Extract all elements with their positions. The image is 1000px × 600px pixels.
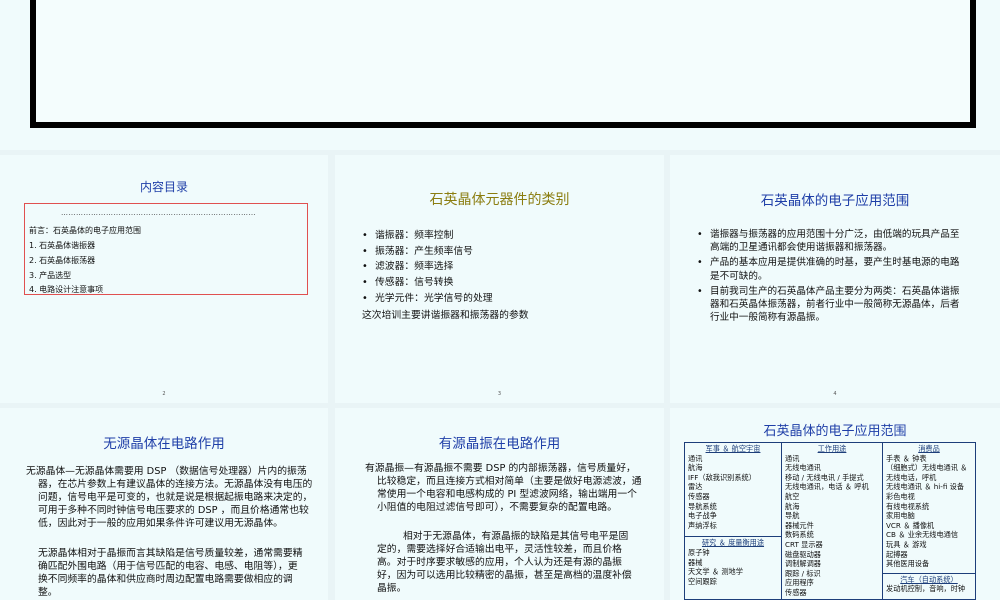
list-item: 起搏器	[886, 549, 908, 559]
list-item: 无线电通讯	[785, 463, 821, 473]
col-header: 研究 ＆ 度量衡用途	[701, 538, 765, 548]
list-item: 导航系统	[688, 501, 717, 511]
list-item: 航海	[785, 501, 800, 511]
toc-box: …………………………………………………………………… 前言：石英晶体的电子应用范…	[24, 203, 308, 295]
list-item: 电子战争	[688, 511, 717, 521]
toc-item[interactable]: 1. 石英晶体谐振器	[29, 240, 95, 251]
list-item: 空间跟踪	[688, 576, 717, 586]
list-item: 有线电视系统	[886, 501, 930, 511]
slide-scope[interactable]: 石英晶体的电子应用范围 谐振器与振荡器的应用范围十分广泛，由低端的玩具产品至高端…	[670, 155, 1000, 403]
slide-passive[interactable]: 无源晶体在电路作用 无源晶体—无源晶体需要用 DSP （数据信号处理器）片内的振…	[0, 408, 328, 600]
slide-types[interactable]: 石英晶体元器件的类别 谐振器：频率控制 振荡器：产生频率信号 滤波器：频率选择 …	[335, 155, 664, 403]
list-item: 产品的基本应用是提供准确的时基，要产生时基电源的电路是不可缺的。	[697, 256, 969, 282]
list-item: （细胞式）无线电通讯 ＆	[886, 463, 968, 473]
list-item: 器械元件	[785, 520, 814, 530]
list-item: 天文学 ＆ 测地学	[688, 567, 743, 577]
list-item: 数码系统	[785, 530, 814, 540]
list-item: 通讯	[688, 453, 703, 463]
list-item: 无线电通讯，电话 ＆ 呼机	[785, 482, 869, 492]
list-item: 跟踪 / 标识	[785, 568, 821, 578]
toc-title: 内容目录	[139, 180, 188, 194]
list-item: 谐振器与振荡器的应用范围十分广泛，由低端的玩具产品至高端的卫星通讯都会使用谐振器…	[697, 228, 969, 254]
list-item: 移动 / 无线电讯 / 手提式	[785, 472, 864, 482]
list-item: 滤波器：频率选择	[362, 259, 493, 275]
toc-item[interactable]: 2. 石英晶体振荡器	[29, 255, 95, 266]
apps-col-consumer: 消费品 手表 ＆ 钟表 （细胞式）无线电通讯 ＆ 无线电话，呼机 无线电通讯 ＆…	[882, 442, 976, 600]
list-item: 家用电脑	[886, 511, 915, 521]
list-item: 传感器	[688, 491, 710, 501]
types-list: 谐振器：频率控制 振荡器：产生频率信号 滤波器：频率选择 传感器：信号转换 光学…	[362, 228, 493, 307]
list-item: 声纳浮标	[688, 520, 717, 530]
list-item: 光学元件：光学信号的处理	[362, 291, 493, 307]
active-title: 有源晶振在电路作用	[438, 436, 561, 452]
scope-list: 谐振器与振荡器的应用范围十分广泛，由低端的玩具产品至高端的卫星通讯都会使用谐振器…	[697, 228, 969, 324]
top-slide	[0, 0, 1000, 150]
list-item: 传感器	[785, 587, 807, 597]
list-item: 目前我司生产的石英晶体产品主要分为两类：石英晶体谐振器和石英晶体振荡器，前者行业…	[697, 285, 969, 325]
list-item: 磁盘驱动器	[785, 549, 821, 559]
list-item: 航海	[688, 463, 703, 473]
list-item: 无线电话，呼机	[886, 472, 937, 482]
toc-item[interactable]: 3. 产品选型	[29, 270, 71, 281]
list-item: 玩具 ＆ 游戏	[886, 539, 927, 549]
list-item: CRT 显示器	[785, 539, 823, 549]
list-item: 无线电通讯 ＆ hi-fi 设备	[886, 482, 965, 492]
page-number: 2	[162, 391, 166, 397]
toc-item[interactable]: 前言：石英晶体的电子应用范围	[29, 225, 141, 236]
passive-para-2: 无源晶体相对于晶振而言其缺陷是信号质量较差，通常需要精确匹配外围电路（用于信号匹…	[38, 548, 303, 598]
types-note: 这次培训主要讲谐振器和振荡器的参数	[362, 310, 529, 321]
col-header: 汽车（自动系统）	[900, 574, 958, 584]
slide-frame	[30, 0, 976, 128]
page-number: 4	[833, 391, 837, 397]
list-item: 发动机控制，音响，时钟	[886, 584, 966, 594]
passive-para-1: 无源晶体—无源晶体需要用 DSP （数据信号处理器）片内的振荡器，在芯片参数上有…	[26, 466, 313, 529]
types-title: 石英晶体元器件的类别	[429, 192, 570, 208]
list-item: 原子钟	[688, 547, 710, 557]
list-item: 器械	[688, 557, 703, 567]
list-item: 振荡器：产生频率信号	[362, 244, 493, 260]
page-number: 3	[497, 391, 502, 397]
col-header: 消费品	[918, 444, 940, 453]
slide-apps[interactable]: 石英晶体的电子应用范围 军事 ＆ 航空宇宙 通讯 航海 IFF（敌我识别系统） …	[670, 408, 1000, 600]
toc-item[interactable]: 4. 电路设计注意事项	[29, 284, 103, 295]
toc-dots: ……………………………………………………………………	[61, 209, 256, 217]
list-item: 应用程序	[785, 578, 814, 588]
col-header: 军事 ＆ 航空宇宙	[705, 444, 761, 453]
slide-active[interactable]: 有源晶振在电路作用 有源晶振—有源晶振不需要 DSP 的内部振荡器，信号质量好，…	[335, 408, 664, 600]
list-item: 手表 ＆ 钟表	[886, 453, 927, 463]
apps-table: 军事 ＆ 航空宇宙 通讯 航海 IFF（敌我识别系统） 雷达 传感器 导航系统 …	[684, 442, 976, 600]
list-item: CB ＆ 业余无线电通信	[886, 530, 959, 540]
list-item: 传感器：信号转换	[362, 275, 493, 291]
list-item: 调制解调器	[785, 559, 821, 569]
col-header: 工作用途	[817, 444, 847, 453]
apps-col-work: 工作用途 通讯 无线电通讯 移动 / 无线电讯 / 手提式 无线电通讯，电话 ＆…	[781, 442, 883, 600]
passive-title: 无源晶体在电路作用	[103, 436, 225, 452]
list-item: 谐振器：频率控制	[362, 228, 493, 244]
list-item: 导航	[785, 511, 800, 521]
active-para-2: 相对于无源晶体，有源晶振的缺陷是其信号电平是固定的，需要选择好合适输出电平，灵活…	[377, 531, 632, 594]
list-item: IFF（敌我识别系统）	[688, 472, 756, 482]
apps-title: 石英晶体的电子应用范围	[763, 424, 907, 439]
active-para-1: 有源晶振—有源晶振不需要 DSP 的内部振荡器，信号质量好，比较稳定，而且连接方…	[365, 463, 642, 513]
list-item: 通讯	[785, 453, 800, 463]
list-item: 彩色电视	[886, 491, 915, 501]
list-item: 雷达	[688, 482, 703, 492]
list-item: 航空	[785, 491, 800, 501]
slide-toc[interactable]: 内容目录 …………………………………………………………………… 前言：石英晶体的…	[0, 155, 328, 403]
scope-title: 石英晶体的电子应用范围	[760, 193, 910, 209]
list-item: VCR ＆ 播像机	[886, 520, 935, 530]
list-item: 其他医用设备	[886, 559, 930, 569]
apps-col-military: 军事 ＆ 航空宇宙 通讯 航海 IFF（敌我识别系统） 雷达 传感器 导航系统 …	[684, 442, 782, 600]
